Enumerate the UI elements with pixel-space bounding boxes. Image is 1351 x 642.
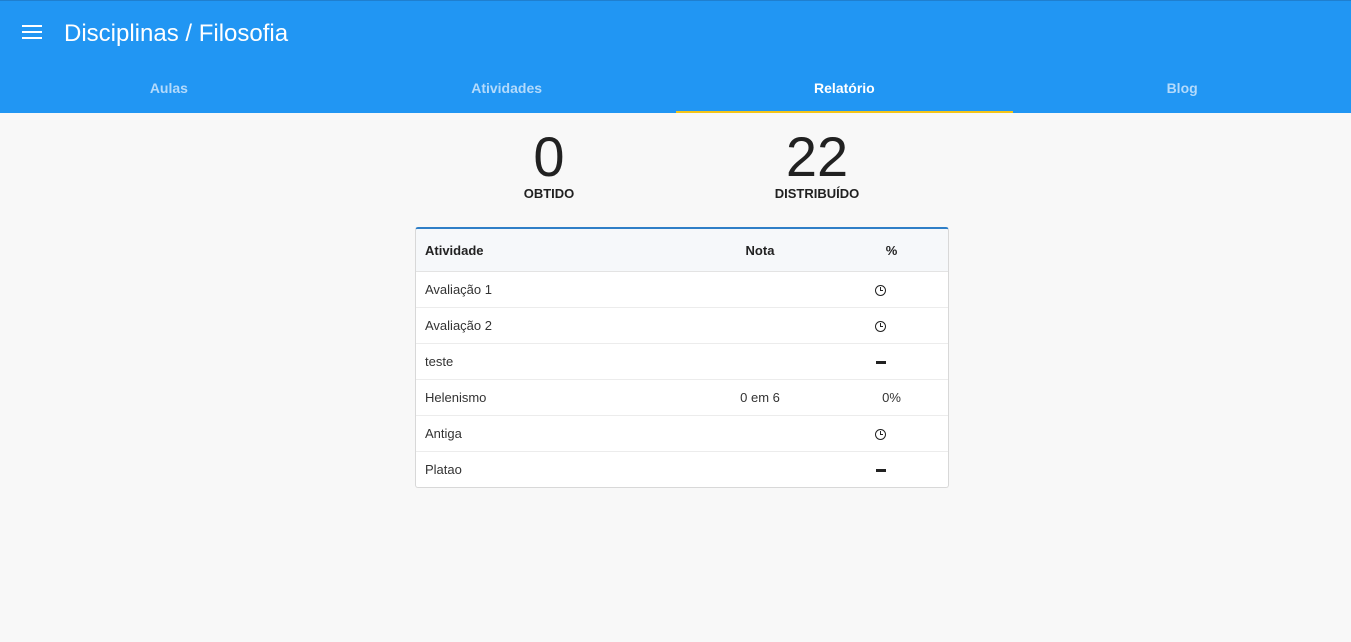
table-header-row: Atividade Nota % (416, 229, 948, 272)
table-row: Avaliação 2 (416, 307, 948, 344)
tab-bar: Aulas Atividades Relatório Blog (0, 65, 1351, 113)
row-atividade: teste (416, 343, 685, 380)
row-status (685, 271, 948, 308)
stat-obtido-value: 0 (533, 125, 565, 188)
clock-icon (875, 321, 886, 333)
row-status (685, 415, 948, 452)
report-table: Atividade Nota % Avaliação 1 Avaliação 2… (416, 229, 948, 487)
dash-icon (875, 361, 886, 365)
header-nota: Nota (685, 229, 835, 272)
row-status (685, 452, 948, 488)
table-row: Avaliação 1 (416, 271, 948, 308)
table-row: Antiga (416, 415, 948, 452)
tab-atividades[interactable]: Atividades (338, 65, 676, 113)
stat-obtido: 0 OBTIDO (469, 125, 629, 202)
app-bar: Disciplinas / Filosofia (0, 0, 1351, 65)
header-atividade: Atividade (416, 229, 685, 272)
table-row: teste (416, 343, 948, 380)
tab-relatorio[interactable]: Relatório (675, 65, 1014, 113)
row-percent: 0% (835, 379, 948, 416)
clock-icon (875, 429, 886, 441)
tab-aulas[interactable]: Aulas (0, 65, 338, 113)
clock-icon (875, 285, 886, 297)
row-atividade: Helenismo (416, 379, 685, 416)
hamburger-menu-icon[interactable] (22, 25, 42, 41)
stat-obtido-label: OBTIDO (523, 186, 575, 201)
report-table-card: Atividade Nota % Avaliação 1 Avaliação 2… (415, 227, 949, 488)
row-atividade: Avaliação 2 (416, 307, 685, 344)
table-row: Helenismo 0 em 6 0% (416, 379, 948, 416)
row-status (685, 307, 948, 344)
tab-blog[interactable]: Blog (1013, 65, 1351, 113)
page-title: Disciplinas / Filosofia (64, 20, 289, 47)
row-status (685, 343, 948, 380)
stat-distribuido-value: 22 (785, 125, 849, 188)
table-row: Platao (416, 452, 948, 488)
stat-distribuido-label: DISTRIBUÍDO (774, 186, 860, 201)
row-nota: 0 em 6 (685, 379, 835, 416)
stat-distribuido: 22 DISTRIBUÍDO (737, 125, 897, 202)
row-atividade: Antiga (416, 415, 685, 452)
dash-icon (875, 469, 886, 473)
row-atividade: Platao (425, 462, 462, 477)
header-percent: % (835, 229, 948, 272)
row-atividade: Avaliação 1 (416, 271, 685, 308)
